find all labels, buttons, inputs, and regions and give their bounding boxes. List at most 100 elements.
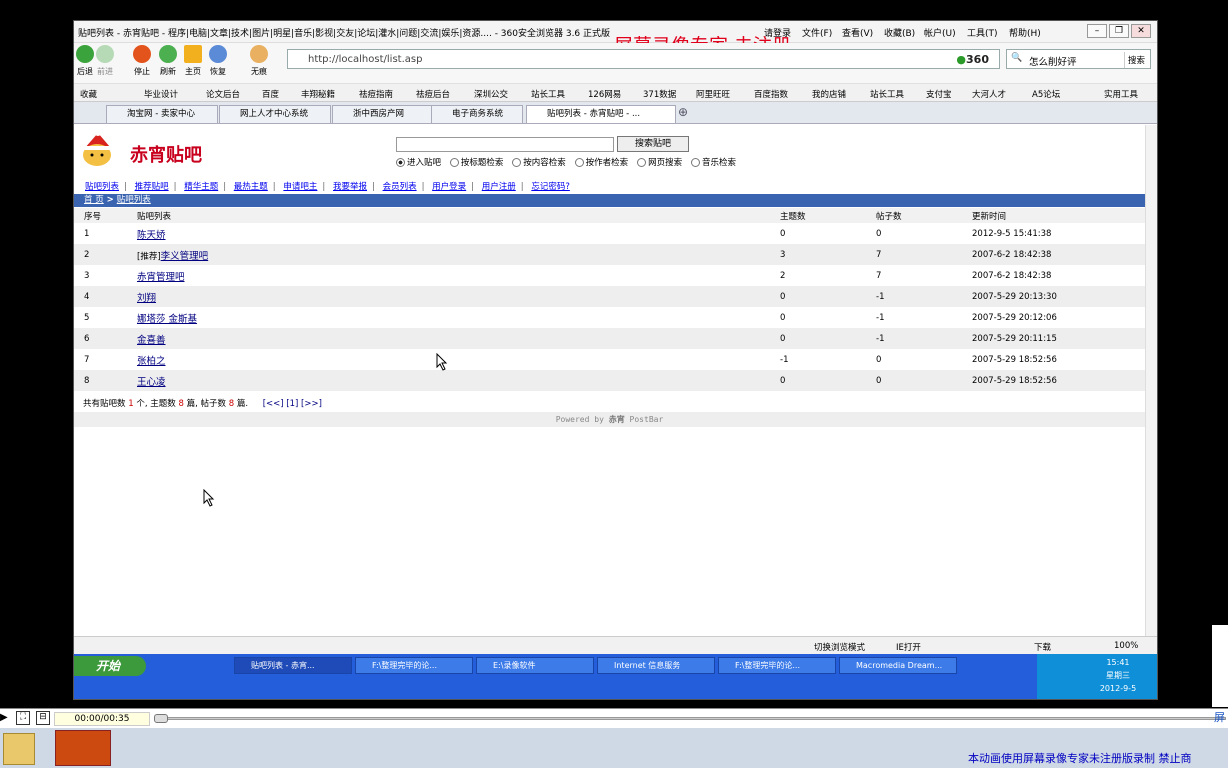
nav-bar-list[interactable]: 贴吧列表 <box>85 182 119 192</box>
task-browser[interactable]: 贴吧列表 - 赤宵... <box>234 657 352 674</box>
task-folder-1[interactable]: F:\整理完毕的论... <box>355 657 473 674</box>
table-row: 2 [推荐]李义管理吧 3 7 2007-6-2 18:42:38 <box>74 244 1145 265</box>
tab-taobao[interactable]: 淘宝网 - 卖家中心 <box>106 105 218 123</box>
bar-link[interactable]: 王心凌 <box>137 377 166 388</box>
bookmark-item[interactable]: 支付宝 <box>926 88 952 100</box>
bar-link[interactable]: 赤宵管理吧 <box>137 272 185 283</box>
new-tab-icon[interactable]: ⊕ <box>678 105 688 119</box>
radio-web-search[interactable]: 网页搜索 <box>637 156 682 168</box>
radio-by-content[interactable]: 按内容检索 <box>512 156 566 168</box>
pager[interactable]: [<<] [1] [>>] <box>263 399 322 409</box>
bookmark-item[interactable]: 丰翔秘籍 <box>301 88 335 100</box>
nav-recommended[interactable]: 推荐贴吧 <box>135 182 169 192</box>
row-number: 1 <box>84 229 90 239</box>
task-folder-3[interactable]: F:\整理完毕的论... <box>718 657 836 674</box>
nav-members[interactable]: 会员列表 <box>383 182 417 192</box>
search-icon: 🔍 <box>1011 53 1023 63</box>
nav-register[interactable]: 用户注册 <box>482 182 516 192</box>
site-title: 赤宵贴吧 <box>130 145 202 166</box>
browser-search-button[interactable]: 搜索 <box>1123 52 1148 68</box>
bar-search-input[interactable] <box>396 137 614 152</box>
close-button[interactable]: ✕ <box>1131 24 1151 38</box>
page-footer: Powered by 赤宵 PostBar <box>74 412 1145 427</box>
bookmark-item[interactable]: 论文后台 <box>206 88 240 100</box>
bookmark-item[interactable]: 百度 <box>262 88 279 100</box>
restore-button[interactable]: 恢复 <box>203 45 233 77</box>
switch-mode-button[interactable]: 切换浏览模式 <box>814 641 865 653</box>
bar-search-button[interactable]: 搜索贴吧 <box>617 136 689 152</box>
bar-link[interactable]: 李义管理吧 <box>161 251 209 262</box>
bookmark-item[interactable]: 祛痘指南 <box>359 88 393 100</box>
nav-report[interactable]: 我要举报 <box>333 182 367 192</box>
menu-favorites[interactable]: 收藏(B) <box>884 26 915 39</box>
radio-by-author[interactable]: 按作者检索 <box>574 156 628 168</box>
bookmark-item[interactable]: 大河人才 <box>972 88 1006 100</box>
tab-talent[interactable]: 网上人才中心系统 <box>219 105 331 123</box>
task-dreamweaver[interactable]: Macromedia Dream... <box>839 657 957 674</box>
radio-enter-bar[interactable]: 进入贴吧 <box>396 156 441 168</box>
bookmark-item[interactable]: 祛痘后台 <box>416 88 450 100</box>
table-row: 3 赤宵管理吧 2 7 2007-6-2 18:42:38 <box>74 265 1145 286</box>
radio-music[interactable]: 音乐检索 <box>690 156 736 168</box>
browser-search-box[interactable]: 🔍 怎么削好评 搜索 <box>1006 49 1151 69</box>
incognito-button[interactable]: 无痕 <box>244 45 274 77</box>
progress-track[interactable] <box>156 717 1226 720</box>
bar-link[interactable]: 刘翔 <box>137 293 156 304</box>
bookmark-item[interactable]: 我的店铺 <box>812 88 846 100</box>
bookmark-item[interactable]: 126网易 <box>588 88 621 100</box>
bookmark-item[interactable]: 阿里旺旺 <box>696 88 730 100</box>
menu-file[interactable]: 文件(F) <box>802 26 832 39</box>
address-bar[interactable]: http://localhost/list.asp ●360 <box>287 49 1000 69</box>
play-icon[interactable]: ▶ <box>0 712 8 723</box>
tab-current[interactable]: 贴吧列表 - 赤宵贴吧 - ... <box>526 105 676 123</box>
updated-time: 2007-5-29 20:13:30 <box>972 292 1057 302</box>
bar-link[interactable]: 陈天娇 <box>137 230 166 241</box>
bookmark-item[interactable]: A5论坛 <box>1032 88 1060 100</box>
zoom-level[interactable]: 100% <box>1114 641 1138 651</box>
menu-help[interactable]: 帮助(H) <box>1009 26 1041 39</box>
folder-icon[interactable] <box>3 733 35 765</box>
bookmark-item[interactable]: 371数据 <box>643 88 676 100</box>
nav-forgot-password[interactable]: 忘记密码? <box>531 182 570 192</box>
tab-realestate[interactable]: 浙中西房产网 <box>332 105 444 123</box>
bookmark-item[interactable]: 百度指数 <box>754 88 788 100</box>
tab-ecommerce[interactable]: 电子商务系统 <box>431 105 523 123</box>
bookmark-item[interactable]: 实用工具 <box>1104 88 1138 100</box>
task-folder-2[interactable]: E:\录像软件 <box>476 657 594 674</box>
bookmark-item[interactable]: 深圳公交 <box>474 88 508 100</box>
menu-account[interactable]: 帐户(U) <box>924 26 956 39</box>
breadcrumb-current[interactable]: 贴吧列表 <box>117 195 151 205</box>
nav-apply-admin[interactable]: 申请吧主 <box>283 182 317 192</box>
start-button[interactable]: 开始 <box>74 656 146 676</box>
bookmark-favorites[interactable]: 收藏 <box>80 88 97 100</box>
menu-tools[interactable]: 工具(T) <box>967 26 998 39</box>
bar-link[interactable]: 金喜善 <box>137 335 166 346</box>
clock-weekday: 星期三 <box>1106 671 1130 680</box>
bookmark-item[interactable]: 站长工具 <box>870 88 904 100</box>
fit-icon[interactable]: ⊟ <box>36 711 50 725</box>
ie-open-button[interactable]: IE打开 <box>896 641 921 653</box>
download-button[interactable]: 下载 <box>1034 641 1051 653</box>
forward-button[interactable]: 前进 <box>90 45 120 77</box>
post-count: 7 <box>876 271 882 281</box>
bar-link[interactable]: 娜塔莎 金斯基 <box>137 314 197 325</box>
recorder-app-icon[interactable] <box>55 730 111 766</box>
bookmark-item[interactable]: 站长工具 <box>531 88 565 100</box>
bar-link[interactable]: 张柏之 <box>137 356 166 367</box>
bookmark-item[interactable]: 毕业设计 <box>144 88 178 100</box>
progress-handle[interactable] <box>154 714 168 723</box>
nav-featured[interactable]: 精华主题 <box>184 182 218 192</box>
task-iis[interactable]: Internet 信息服务 <box>597 657 715 674</box>
nav-hottest[interactable]: 最热主题 <box>234 182 268 192</box>
vertical-scrollbar[interactable] <box>1145 125 1157 655</box>
recommended-tag: [推荐] <box>137 252 161 262</box>
radio-by-title[interactable]: 按标题检索 <box>449 156 503 168</box>
post-count: 0 <box>876 376 882 386</box>
table-row: 7 张柏之 -1 0 2007-5-29 18:52:56 <box>74 349 1145 370</box>
minimize-button[interactable]: – <box>1087 24 1107 38</box>
breadcrumb-home[interactable]: 首 页 <box>84 195 104 205</box>
menu-view[interactable]: 查看(V) <box>842 26 873 39</box>
fullscreen-icon[interactable]: ⛶ <box>16 711 30 725</box>
nav-login[interactable]: 用户登录 <box>432 182 466 192</box>
maximize-button[interactable]: ❐ <box>1109 24 1129 38</box>
